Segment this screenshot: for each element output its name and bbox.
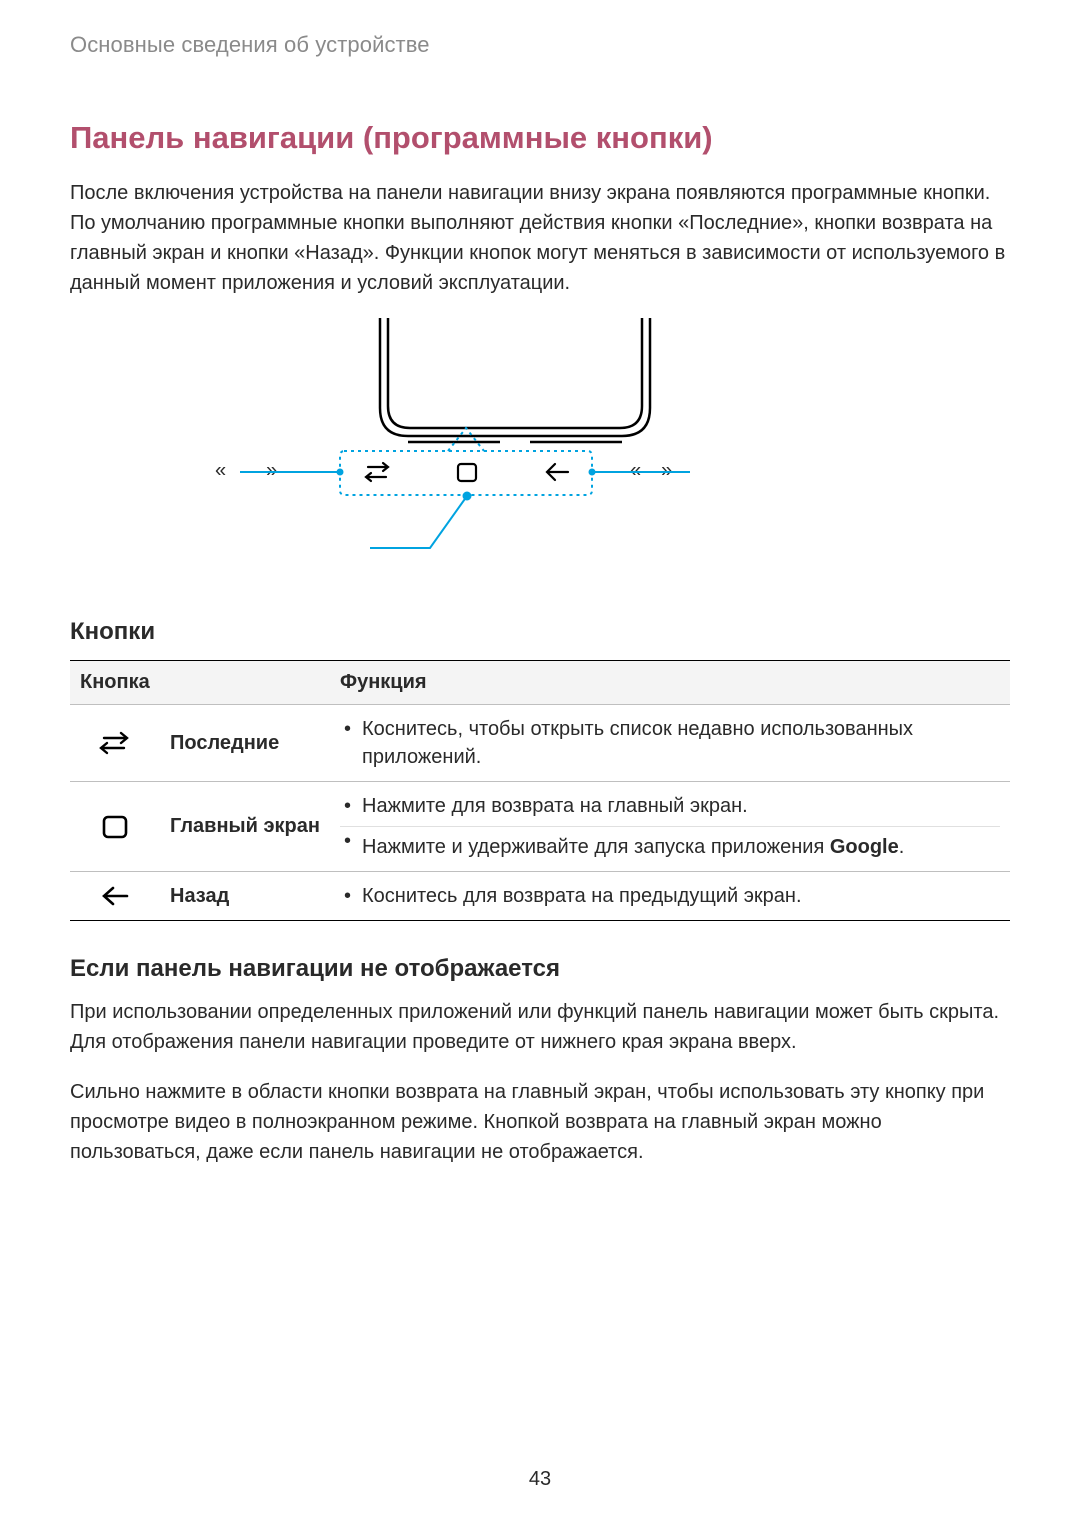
button-function: Коснитесь, чтобы открыть список недавно … [330, 705, 1010, 782]
back-icon [99, 885, 131, 907]
home-icon-cell [70, 782, 160, 872]
heading-buttons: Кнопки [70, 618, 1010, 646]
function-item: Коснитесь, чтобы открыть список недавно … [340, 715, 1000, 771]
recents-icon-cell [70, 705, 160, 782]
figure-svg [70, 318, 1010, 578]
buttons-table: Кнопка Функция ПоследниеКоснитесь, чтобы… [70, 660, 1010, 921]
intro-paragraph: После включения устройства на панели нав… [70, 178, 1010, 298]
table-row: Главный экранНажмите для возврата на гла… [70, 782, 1010, 872]
chapter-title: Основные сведения об устройстве [70, 32, 1010, 58]
function-item: Нажмите для возврата на главный экран. [340, 792, 1000, 820]
recents-icon [98, 730, 132, 756]
button-function: Коснитесь для возврата на предыдущий экр… [330, 872, 1010, 921]
heading-navigation-bar: Панель навигации (программные кнопки) [70, 120, 1010, 156]
function-item: Нажмите и удерживайте для запуска прилож… [340, 826, 1000, 861]
home-icon [100, 814, 130, 840]
button-name: Главный экран [160, 782, 330, 872]
table-row: ПоследниеКоснитесь, чтобы открыть список… [70, 705, 1010, 782]
navigation-bar-figure: « » « » [70, 318, 1010, 578]
table-head-function: Функция [330, 661, 1010, 705]
page-number: 43 [0, 1468, 1080, 1491]
back-icon-cell [70, 872, 160, 921]
table-head-button: Кнопка [70, 661, 330, 705]
button-name: Назад [160, 872, 330, 921]
function-item: Коснитесь для возврата на предыдущий экр… [340, 882, 1000, 910]
table-row: Назад Коснитесь для возврата на предыдущи… [70, 872, 1010, 921]
button-name: Последние [160, 705, 330, 782]
hidden-nav-paragraph-2: Сильно нажмите в области кнопки возврата… [70, 1077, 1010, 1167]
hidden-nav-paragraph-1: При использовании определенных приложени… [70, 997, 1010, 1057]
button-function: Нажмите для возврата на главный экран. На… [330, 782, 1010, 872]
heading-hidden-nav: Если панель навигации не отображается [70, 955, 1010, 983]
